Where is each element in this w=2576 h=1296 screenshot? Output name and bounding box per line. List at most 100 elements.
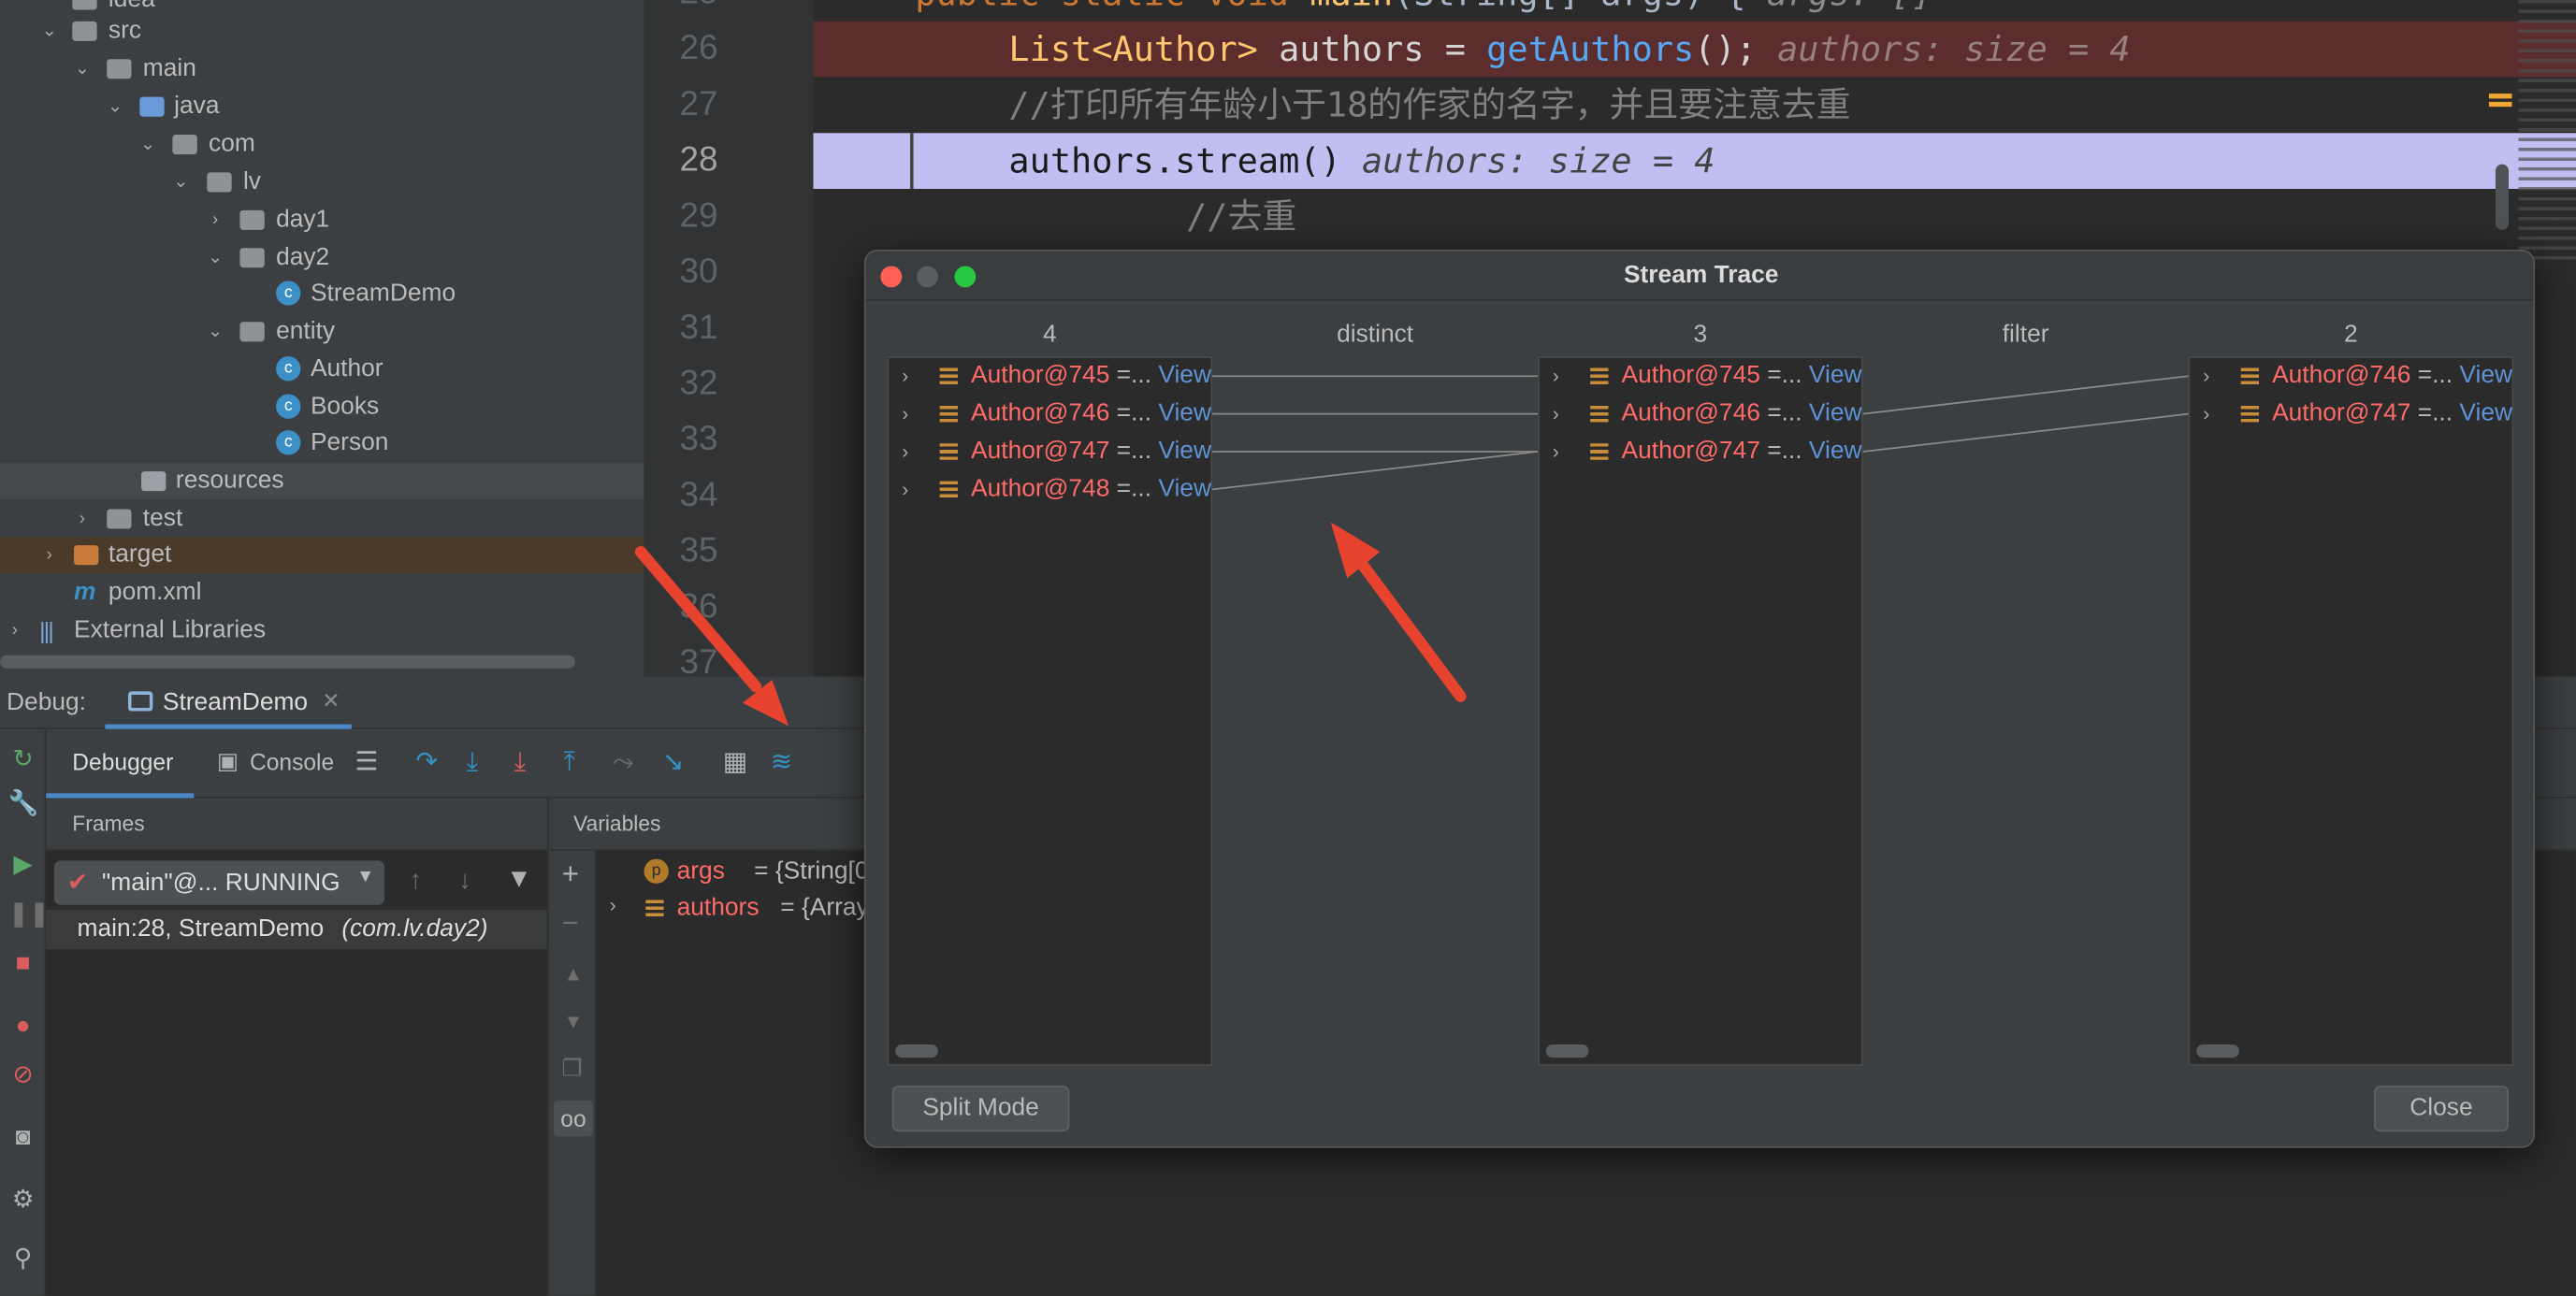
layout-menu-icon[interactable]: ☰ (355, 749, 378, 779)
stream-trace-dialog: Stream Trace 4 distinct 3 filter 2 › Auth… (863, 249, 2536, 1148)
indent-guide (910, 133, 914, 189)
line-number: 36 (679, 587, 718, 626)
stop-icon[interactable]: ■ (8, 949, 38, 979)
chevron-right-icon[interactable]: › (39, 537, 59, 573)
code-line-27: //打印所有年龄小于18的作家的名字，并且要注意去重 (1008, 85, 1851, 125)
trace-stream-icon[interactable]: ≋ (771, 749, 793, 779)
tab-console[interactable]: ▣ Console (213, 729, 345, 799)
code-line-25: public static void main(String[] args) {… (813, 0, 2576, 22)
source-folder-icon (139, 96, 165, 117)
connection-line (1862, 375, 2189, 415)
warning-marker-icon[interactable] (2488, 94, 2512, 99)
chevron-right-icon[interactable]: › (610, 893, 616, 916)
rerun-icon[interactable]: ↻ (8, 745, 38, 775)
line-number: 29 (679, 196, 718, 236)
line-number: 34 (679, 476, 718, 514)
package-icon (239, 209, 265, 230)
tree-item-resources[interactable]: resources (0, 463, 644, 499)
line-number: 27 (679, 85, 718, 123)
move-up-icon[interactable]: ▲ (563, 962, 583, 986)
tree-horizontal-scrollbar[interactable] (0, 655, 575, 669)
close-button[interactable]: Close (2373, 1085, 2509, 1132)
camera-icon[interactable]: ◙ (8, 1123, 38, 1153)
folder-icon (107, 59, 132, 79)
tree-item-entity[interactable]: ⌄ entity (0, 313, 644, 350)
tree-item-author[interactable]: c Author (0, 352, 644, 388)
frames-pane: Frames ✔ "main"@... RUNNING ▼ ↑ ↓ ▼ main… (46, 798, 549, 1296)
tree-item-external-libraries[interactable]: › ||| External Libraries (0, 612, 644, 649)
code-line-29: //去重 (1186, 196, 1297, 237)
code-line-28-execution-point: authors.stream() authors: size = 4 (813, 133, 2576, 189)
pin-icon[interactable]: ⚲ (8, 1245, 38, 1274)
mute-breakpoints-icon[interactable]: ⊘ (8, 1061, 38, 1091)
chevron-right-icon[interactable]: › (206, 202, 225, 238)
tab-debugger[interactable]: Debugger (46, 729, 195, 799)
step-into-icon[interactable]: ⤓ (467, 749, 478, 779)
line-number: 33 (679, 420, 718, 459)
resume-icon[interactable]: ▶ (8, 851, 38, 881)
chevron-down-icon[interactable]: ⌄ (138, 126, 158, 163)
arrow-up-icon[interactable]: ↑ (409, 867, 422, 897)
copy-icon[interactable]: ❐ (562, 1055, 583, 1083)
folder-icon (74, 545, 99, 566)
step-over-icon[interactable]: ↷ (415, 749, 438, 779)
close-icon[interactable]: ✕ (322, 688, 340, 714)
library-icon: ||| (39, 617, 54, 644)
folder-icon (107, 509, 132, 529)
step-out-icon[interactable]: ⤒ (563, 749, 574, 779)
class-icon: c (276, 394, 301, 419)
chevron-down-icon[interactable]: ⌄ (105, 89, 124, 125)
tree-item-com[interactable]: ⌄ com (0, 126, 644, 163)
frames-title: Frames (72, 811, 145, 836)
tree-item-streamdemo[interactable]: c StreamDemo (0, 276, 644, 312)
chevron-down-icon[interactable]: ⌄ (72, 50, 92, 87)
chevron-right-icon[interactable]: › (5, 612, 24, 649)
resources-folder-icon (141, 471, 166, 492)
chevron-right-icon[interactable]: › (72, 501, 92, 538)
force-step-into-icon[interactable]: ⤓ (514, 749, 526, 779)
arrow-down-icon[interactable]: ↓ (458, 867, 471, 897)
add-watch-icon[interactable]: + (562, 857, 579, 892)
chevron-down-icon[interactable]: ⌄ (171, 165, 191, 201)
evaluate-expression-icon[interactable]: ▦ (723, 749, 748, 779)
project-tree: idea ⌄ src ⌄ main ⌄ java ⌄ com ⌄ lv › (0, 0, 644, 677)
tree-item-books[interactable]: c Books (0, 389, 644, 425)
pause-icon[interactable]: ❚❚ (8, 900, 50, 929)
chevron-down-icon[interactable]: ⌄ (206, 239, 225, 276)
tree-item-test[interactable]: › test (0, 501, 644, 538)
line-number: 35 (679, 532, 718, 570)
remove-watch-icon[interactable]: − (562, 907, 579, 942)
dropdown-icon: ▼ (356, 867, 375, 887)
chevron-down-icon[interactable]: ⌄ (39, 13, 59, 50)
session-icon (127, 691, 153, 712)
tab-streamdemo-session[interactable]: StreamDemo ✕ (105, 677, 352, 729)
tree-item-person[interactable]: c Person (0, 425, 644, 462)
wrench-icon[interactable]: 🔧 (8, 790, 39, 820)
line-number: 30 (679, 252, 718, 291)
tree-item-pom[interactable]: m pom.xml (0, 575, 644, 612)
gear-icon[interactable]: ⚙ (8, 1186, 38, 1216)
move-down-icon[interactable]: ▼ (563, 1010, 583, 1033)
variables-title: Variables (572, 811, 661, 836)
trace-connections (1212, 375, 2189, 491)
view-breakpoints-icon[interactable]: ● (8, 1012, 38, 1042)
editor-scrollbar[interactable] (2495, 164, 2509, 230)
package-icon (239, 248, 265, 268)
tree-item-java[interactable]: ⌄ java (0, 89, 644, 125)
tree-item-day2[interactable]: ⌄ day2 (0, 239, 644, 276)
tree-item-main[interactable]: ⌄ main (0, 50, 644, 87)
tree-item-target[interactable]: › target (0, 537, 644, 573)
drop-frame-icon[interactable]: ⤳ (613, 749, 634, 779)
frame-row[interactable]: main:28, StreamDemo (com.lv.day2) (46, 910, 547, 950)
glasses-icon[interactable]: oo (553, 1100, 594, 1137)
line-number: 32 (679, 364, 718, 403)
tree-item-src[interactable]: ⌄ src (0, 13, 644, 50)
split-mode-button[interactable]: Split Mode (891, 1085, 1070, 1132)
chevron-down-icon[interactable]: ⌄ (206, 313, 225, 350)
thread-selector[interactable]: ✔ "main"@... RUNNING ▼ (53, 860, 384, 905)
run-to-cursor-icon[interactable]: ↘ (662, 749, 685, 779)
console-icon: ▣ (216, 747, 239, 774)
filter-icon[interactable]: ▼ (506, 866, 532, 896)
tree-item-day1[interactable]: › day1 (0, 202, 644, 238)
tree-item-lv[interactable]: ⌄ lv (0, 165, 644, 201)
